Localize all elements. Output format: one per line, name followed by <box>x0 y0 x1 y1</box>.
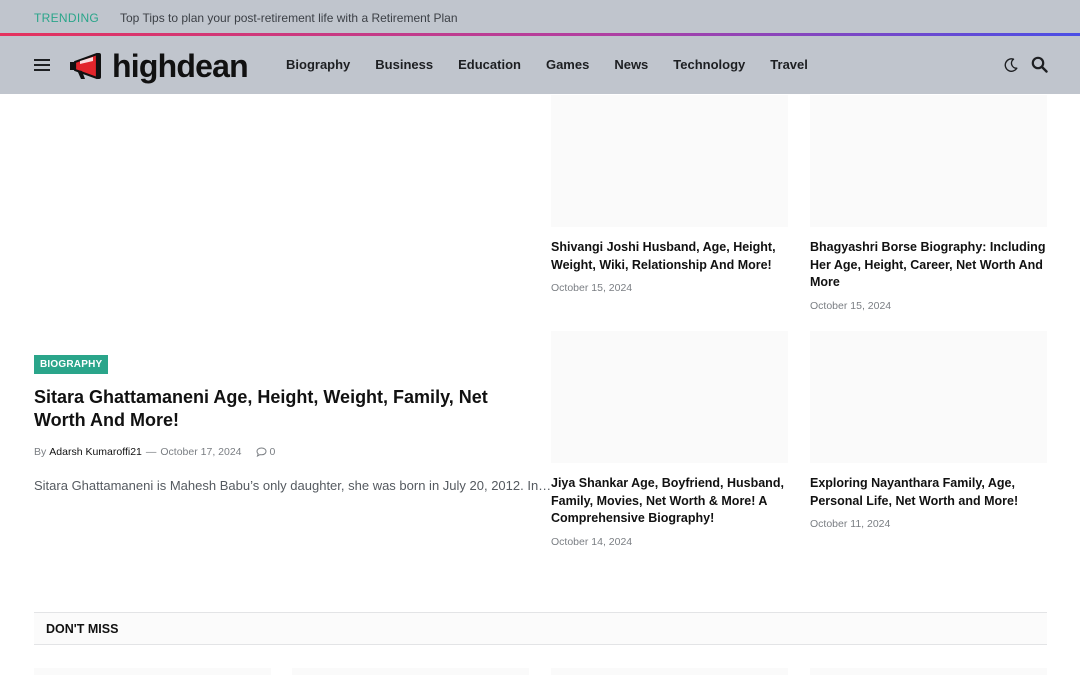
comments-link[interactable]: 0 <box>256 446 276 458</box>
featured-post-title[interactable]: Sitara Ghattamaneni Age, Height, Weight,… <box>34 386 524 432</box>
post-thumbnail[interactable] <box>551 95 788 227</box>
post-thumbnail[interactable] <box>292 668 529 675</box>
meta-separator: — <box>145 446 157 458</box>
post-card-title[interactable]: Exploring Nayanthara Family, Age, Person… <box>810 475 1047 510</box>
post-card: Shivangi Joshi Husband, Age, Height, Wei… <box>551 95 788 294</box>
nav-item-news[interactable]: News <box>614 57 648 72</box>
post-date: October 17, 2024 <box>160 446 242 458</box>
post-date: October 15, 2024 <box>810 299 892 312</box>
post-date: October 14, 2024 <box>551 535 633 548</box>
nav-item-games[interactable]: Games <box>546 57 589 72</box>
post-thumbnail[interactable] <box>551 668 788 675</box>
dont-miss-section-header: DON'T MISS <box>34 612 1047 645</box>
post-card-title[interactable]: Shivangi Joshi Husband, Age, Height, Wei… <box>551 239 788 274</box>
category-badge[interactable]: BIOGRAPHY <box>34 355 109 374</box>
trending-ticker-link[interactable]: Top Tips to plan your post-retirement li… <box>120 11 458 25</box>
post-card-title[interactable]: Jiya Shankar Age, Boyfriend, Husband, Fa… <box>551 475 788 528</box>
top-bar: TRENDING Top Tips to plan your post-reti… <box>0 0 1080 34</box>
megaphone-icon <box>70 52 101 80</box>
trending-label: TRENDING <box>34 11 100 25</box>
post-thumbnail[interactable] <box>551 331 788 463</box>
logo-text: highdean <box>112 48 249 84</box>
main-nav: Biography Business Education Games News … <box>286 57 833 72</box>
moon-icon[interactable] <box>1003 57 1019 73</box>
post-card: Exploring Nayanthara Family, Age, Person… <box>810 331 1047 530</box>
comment-icon <box>256 447 267 457</box>
by-label: By <box>34 446 47 458</box>
featured-post: BIOGRAPHY Sitara Ghattamaneni Age, Heigh… <box>34 354 552 493</box>
post-card: Jiya Shankar Age, Boyfriend, Husband, Fa… <box>551 331 788 548</box>
site-logo[interactable]: highdean <box>66 48 249 84</box>
menu-icon[interactable] <box>34 59 50 71</box>
post-thumbnail[interactable] <box>810 668 1047 675</box>
nav-item-travel[interactable]: Travel <box>770 57 808 72</box>
nav-item-business[interactable]: Business <box>375 57 433 72</box>
post-meta: By Adarsh Kumaroffi21 — October 17, 2024… <box>34 446 524 458</box>
post-thumbnail[interactable] <box>810 331 1047 463</box>
comment-count: 0 <box>269 446 276 458</box>
post-date: October 11, 2024 <box>810 518 891 530</box>
nav-item-education[interactable]: Education <box>458 57 521 72</box>
section-title: DON'T MISS <box>46 622 119 636</box>
post-date: October 15, 2024 <box>551 282 633 294</box>
nav-item-technology[interactable]: Technology <box>673 57 745 72</box>
search-icon[interactable] <box>1031 56 1048 73</box>
post-card: Bhagyashri Borse Biography: Including He… <box>810 95 1047 312</box>
post-excerpt: Sitara Ghattamaneni is Mahesh Babu’s onl… <box>34 478 552 493</box>
site-header: highdean Biography Business Education Ga… <box>0 36 1080 94</box>
post-card-title[interactable]: Bhagyashri Borse Biography: Including He… <box>810 239 1047 292</box>
post-thumbnail[interactable] <box>810 95 1047 227</box>
nav-item-biography[interactable]: Biography <box>286 57 350 72</box>
post-thumbnail[interactable] <box>34 668 271 675</box>
author-link[interactable]: Adarsh Kumaroffi21 <box>49 446 142 458</box>
